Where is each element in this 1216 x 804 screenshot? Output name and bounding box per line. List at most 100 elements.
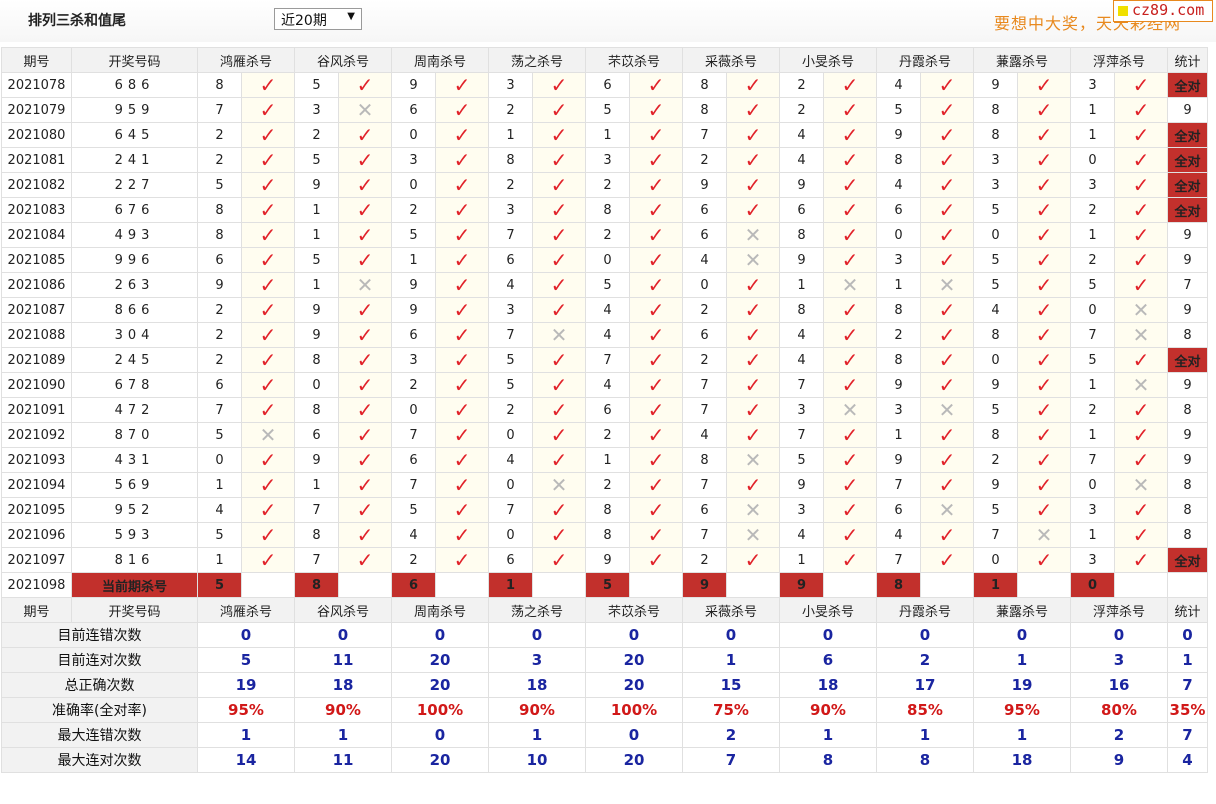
result-cell: ✓	[241, 222, 295, 248]
cross-icon: ✕	[259, 422, 277, 447]
summary-value: 9	[1070, 747, 1168, 773]
check-icon: ✓	[356, 247, 374, 272]
kill-number-cell: 4	[682, 247, 727, 273]
header-expert: 小旻杀号	[779, 47, 877, 73]
result-cell: ✓	[241, 397, 295, 423]
check-icon: ✓	[938, 547, 956, 572]
summary-label: 目前连错次数	[1, 622, 198, 648]
check-icon: ✓	[1035, 347, 1053, 372]
check-icon: ✓	[1132, 272, 1150, 297]
check-icon: ✓	[647, 97, 665, 122]
result-cell: ✓	[629, 297, 683, 323]
result-cell: ✓	[920, 322, 974, 348]
result-cell: ✕	[920, 497, 974, 523]
header-expert: 丹霞杀号	[876, 47, 974, 73]
summary-stat: 0	[1167, 622, 1208, 648]
kill-number-cell: 8	[488, 147, 533, 173]
draw-numbers-cell: 952	[71, 497, 198, 523]
result-cell: ✓	[532, 122, 586, 148]
draw-numbers-cell: 816	[71, 547, 198, 573]
kill-number-cell: 7	[488, 497, 533, 523]
result-cell: ✕	[1114, 297, 1168, 323]
summary-value: 2	[876, 647, 974, 673]
result-cell: ✓	[1114, 422, 1168, 448]
result-cell: ✓	[920, 72, 974, 98]
stat-cell: 9	[1167, 247, 1208, 273]
kill-number-cell: 2	[585, 172, 630, 198]
result-cell: ✓	[241, 347, 295, 373]
kill-number-cell: 8	[876, 347, 921, 373]
result-cell: ✓	[338, 447, 392, 473]
cross-icon: ✕	[938, 497, 956, 522]
cross-icon: ✕	[744, 522, 762, 547]
result-cell: ✓	[920, 147, 974, 173]
stat-cell: 8	[1167, 472, 1208, 498]
kill-number-cell: 4	[876, 522, 921, 548]
check-icon: ✓	[453, 247, 471, 272]
kill-number-cell: 5	[585, 272, 630, 298]
result-cell: ✓	[241, 547, 295, 573]
check-icon: ✓	[647, 447, 665, 472]
check-icon: ✓	[647, 472, 665, 497]
draw-numbers-cell: 431	[71, 447, 198, 473]
summary-value: 1	[294, 722, 392, 748]
kill-number-cell: 4	[779, 322, 824, 348]
summary-value: 0	[294, 622, 392, 648]
result-cell: ✓	[920, 472, 974, 498]
check-icon: ✓	[841, 247, 859, 272]
kill-number-cell: 9	[294, 297, 339, 323]
result-cell: ✓	[532, 147, 586, 173]
result-cell: ✓	[1017, 497, 1071, 523]
check-icon: ✓	[744, 197, 762, 222]
summary-value: 20	[391, 672, 489, 698]
summary-label: 准确率(全对率)	[1, 697, 198, 723]
check-icon: ✓	[356, 297, 374, 322]
result-cell: ✓	[823, 372, 877, 398]
check-icon: ✓	[744, 372, 762, 397]
kill-number-cell: 5	[294, 147, 339, 173]
period-cell: 2021098	[1, 572, 72, 598]
kill-number-cell: 8	[585, 497, 630, 523]
result-cell: ✓	[435, 272, 489, 298]
summary-value: 80%	[1070, 697, 1168, 723]
table-row: 2021089 245 2 ✓ 8 ✓ 3 ✓ 5 ✓ 7 ✓ 2 ✓ 4 ✓ 8 ✓ 0 ✓ 5 ✓ 全对	[1, 347, 1208, 373]
check-icon: ✓	[259, 547, 277, 572]
check-icon: ✓	[550, 447, 568, 472]
kill-number-cell: 9	[391, 72, 436, 98]
check-icon: ✓	[356, 472, 374, 497]
chevron-down-icon: ▼	[347, 11, 355, 22]
result-cell: ✓	[629, 197, 683, 223]
result-cell: ✓	[435, 522, 489, 548]
check-icon: ✓	[453, 147, 471, 172]
result-cell: ✓	[338, 372, 392, 398]
check-icon: ✓	[453, 547, 471, 572]
result-cell: ✓	[726, 397, 780, 423]
result-cell: ✓	[823, 547, 877, 573]
check-icon: ✓	[938, 372, 956, 397]
check-icon: ✓	[453, 222, 471, 247]
result-cell: ✓	[241, 372, 295, 398]
check-icon: ✓	[938, 347, 956, 372]
result-cell: ✓	[823, 322, 877, 348]
check-icon: ✓	[841, 472, 859, 497]
check-icon: ✓	[356, 197, 374, 222]
current-kill-row: 2021098 当前期杀号 5 8 6 1 5 9 9 8 1 0	[1, 572, 1208, 598]
kill-number-cell: 2	[682, 147, 727, 173]
result-cell: ✓	[823, 522, 877, 548]
kill-number-cell: 8	[973, 322, 1018, 348]
result-cell: ✓	[629, 397, 683, 423]
site-logo[interactable]: cz89.com	[1113, 0, 1213, 22]
result-cell: ✓	[435, 122, 489, 148]
result-cell: ✓	[338, 322, 392, 348]
period-select[interactable]: 近20期 ▼	[274, 8, 362, 30]
period-cell: 2021081	[1, 147, 72, 173]
result-cell: ✓	[920, 172, 974, 198]
check-icon: ✓	[744, 297, 762, 322]
result-cell: ✓	[629, 172, 683, 198]
result-cell: ✕	[532, 322, 586, 348]
summary-stat: 1	[1167, 647, 1208, 673]
kill-number-cell: 6	[585, 72, 630, 98]
header-expert: 蒹露杀号	[973, 597, 1071, 623]
draw-numbers-cell: 263	[71, 272, 198, 298]
result-cell: ✓	[532, 347, 586, 373]
